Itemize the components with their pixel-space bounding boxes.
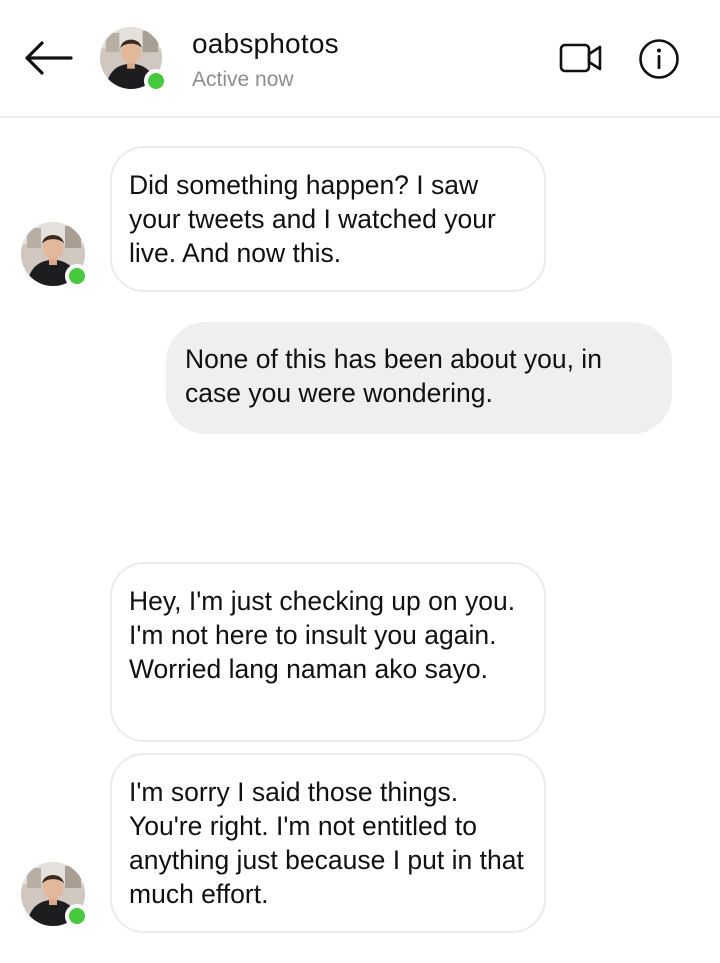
back-button[interactable] — [18, 30, 78, 86]
online-status-dot — [65, 904, 89, 928]
contact-username[interactable]: oabsphotos — [192, 28, 339, 60]
arrow-left-icon — [25, 41, 73, 75]
conversation-info-button[interactable] — [636, 36, 682, 82]
contact-status: Active now — [192, 68, 294, 91]
online-status-dot — [65, 264, 89, 288]
incoming-message[interactable]: I'm sorry I said those things. You're ri… — [110, 753, 546, 933]
incoming-message[interactable]: Hey, I'm just checking up on you. I'm no… — [110, 562, 546, 742]
online-status-dot — [144, 69, 168, 93]
video-call-button[interactable] — [555, 36, 607, 80]
sender-avatar[interactable] — [21, 222, 89, 288]
video-camera-icon — [559, 43, 602, 73]
outgoing-message[interactable]: None of this has been about you, in case… — [166, 322, 672, 434]
info-circle-icon — [639, 39, 679, 79]
incoming-message[interactable]: Did something happen? I saw your tweets … — [110, 146, 546, 292]
header-avatar[interactable] — [100, 27, 168, 93]
sender-avatar[interactable] — [21, 862, 89, 928]
chat-header: oabsphotos Active now — [0, 0, 720, 118]
